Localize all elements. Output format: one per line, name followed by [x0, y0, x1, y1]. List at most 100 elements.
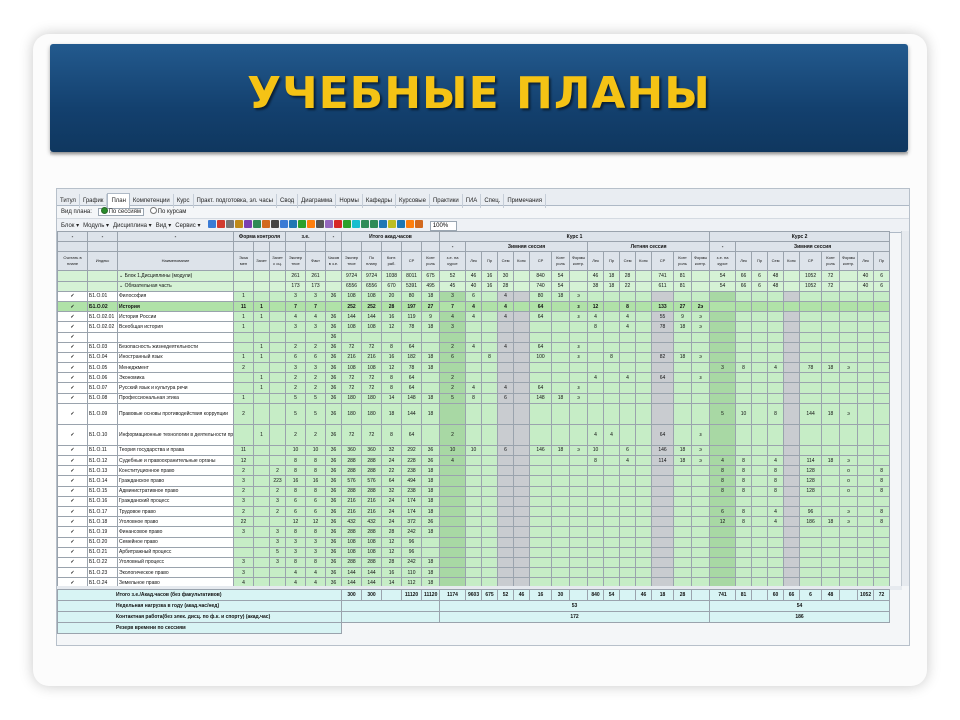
row-value — [603, 465, 621, 477]
table-row[interactable]: ✓ Б1.О.21 Арбитражный процесс 5 3 3 36 108 108 12… — [57, 546, 891, 558]
toolbar-menu-3[interactable]: Вид ▾ — [156, 223, 172, 229]
toolbar-tool-icon[interactable] — [325, 220, 334, 229]
toolbar-menu-4[interactable]: Сервис ▾ — [175, 223, 200, 229]
toolbar-tool-icon[interactable] — [289, 220, 298, 229]
table-row[interactable]: ✓ Б1.О.11 Теория государства и права 11 10 10… — [57, 444, 891, 457]
table-row[interactable]: ✓ Б1.О.12 Судебные и правоохранительные ор… — [57, 454, 891, 467]
row-value: 36 — [325, 454, 343, 467]
row-value — [821, 505, 841, 518]
table-row[interactable]: ✓ Б1.О.10 Информационные технологии в деят… — [57, 423, 891, 446]
table-row[interactable]: ✓ 36 — [57, 331, 891, 343]
toolbar-tool-icon[interactable] — [217, 220, 226, 229]
table-row[interactable]: ✓ Б1.О.07 Русский язык и культура речи 1 2 2 3… — [57, 382, 891, 394]
toolbar-tool-icon[interactable] — [316, 220, 325, 229]
table-row[interactable]: ✓ Б1.О.13 Конституционное право 2 2 8 8 36 288 28… — [57, 465, 891, 477]
row-value — [497, 505, 515, 518]
header-dash-2: - — [87, 230, 118, 243]
table-row[interactable]: ✓ Б1.О.01 Философия 1 3 3 36 108 108 20 80 18 3 6 4 80 1… — [57, 290, 891, 302]
row-value — [529, 402, 553, 425]
row-value: 144 — [799, 402, 823, 425]
table-row[interactable]: ✓ Б1.О.08 Профессиональная этика 1 5 5 36 180 18… — [57, 392, 891, 404]
row-index: Б1.О.06 — [87, 372, 118, 384]
row-value — [799, 382, 823, 394]
row-name: Экономика — [117, 372, 234, 384]
row-checkbox: ✓ — [57, 331, 88, 343]
table-row[interactable]: ✓ Б1.О.23 Экологическое право 3 4 4 36 144 144 16… — [57, 567, 891, 579]
row-value — [709, 382, 737, 394]
row-value: 72 — [341, 372, 363, 384]
column-header: СР — [401, 251, 423, 272]
table-row[interactable]: ✓ Б1.О.18 Уголовное право 22 12 12 36 432 432 24 3… — [57, 516, 891, 528]
table-row[interactable]: ✓ Б1.О.16 Гражданский процесс 3 3 6 6 36 216 216 2… — [57, 495, 891, 507]
row-value — [857, 392, 875, 404]
toolbar-menu-0[interactable]: Блок ▾ — [61, 223, 79, 229]
toolbar-tool-icon[interactable] — [262, 220, 271, 229]
toolbar-menu-2[interactable]: Дисциплина ▾ — [113, 223, 152, 229]
row-value: 3 — [233, 556, 254, 569]
toolbar-tool-icon[interactable] — [388, 220, 397, 229]
row-value: 36 — [325, 402, 343, 425]
table-row[interactable]: ✓ Б1.О.02.02 Всеобщая история 1 3 3 36 108 108 12… — [57, 321, 891, 333]
row-value — [783, 382, 801, 394]
toolbar-tool-icon[interactable] — [343, 220, 352, 229]
table-row[interactable]: ✓ Б1.О.15 Административное право 2 2 8 8 36 288 2… — [57, 485, 891, 497]
row-value: 4 — [439, 311, 467, 323]
table-row[interactable]: ✓ Б1.О.03 Безопасность жизнедеятельности 1 2… — [57, 341, 891, 353]
row-value: э — [691, 351, 711, 364]
table-row[interactable]: ✓ Б1.О.22 Уголовный процесс 3 3 8 8 36 288 288 28 2… — [57, 556, 891, 569]
toolbar-tool-icon[interactable] — [271, 220, 280, 229]
view-by-course-option[interactable]: По курсам — [149, 207, 186, 215]
table-row[interactable]: ✓ Б1.О.06 Экономика 1 2 2 36 72 72 8 64 2 4 4 64 з — [57, 372, 891, 384]
table-row[interactable]: ✓ Б1.О.14 Гражданское право 3 223 16 16 36 576 57… — [57, 475, 891, 487]
zoom-select[interactable]: 100% — [429, 220, 458, 231]
vertical-scrollbar[interactable] — [901, 231, 909, 586]
row-value — [253, 280, 270, 292]
row-value: 4 — [619, 311, 637, 323]
toolbar-tool-icon[interactable] — [361, 220, 370, 229]
toolbar-tool-icon[interactable] — [244, 220, 253, 229]
row-value — [551, 362, 571, 374]
row-value — [873, 567, 891, 579]
toolbar-tool-icon[interactable] — [253, 220, 262, 229]
row-value: 4 — [285, 567, 306, 579]
toolbar-tool-icon[interactable] — [226, 220, 235, 229]
toolbar-tool-icon[interactable] — [334, 220, 343, 229]
view-by-session-option[interactable]: По сессиям — [97, 207, 144, 216]
table-row[interactable]: ✓ Б1.О.02.01 История России 1 1 4 4 36 144 144 16 1… — [57, 311, 891, 323]
footer-total-value: 11120 — [421, 589, 440, 601]
table-row[interactable]: ✓ Б1.О.09 Правовые основы противодействия … — [57, 402, 891, 425]
row-name: Административное право — [117, 485, 234, 497]
row-value: 2 — [233, 505, 254, 518]
toolbar-tool-icon[interactable] — [298, 220, 307, 229]
table-row[interactable]: ✓ Б1.О.19 Финансовое право 3 3 8 8 36 288 288 28 24… — [57, 526, 891, 538]
table-row[interactable]: ✓ Б1.О.20 Семейное право 3 3 3 36 108 108 12 96 — [57, 536, 891, 548]
row-value — [673, 526, 693, 538]
toolbar-tool-icon[interactable] — [370, 220, 379, 229]
row-value: 36 — [325, 526, 343, 538]
toolbar-tool-icon[interactable] — [379, 220, 388, 229]
toolbar-tool-icon[interactable] — [307, 220, 316, 229]
table-row[interactable]: ✓ Б1.О.02 История 11 1 7 7 252 252 28 197 27 7 4 4 64 з 1… — [57, 300, 891, 313]
toolbar-tool-icon[interactable] — [352, 220, 361, 229]
row-value: 72 — [361, 423, 383, 446]
row-value — [873, 536, 891, 548]
table-row[interactable]: ✓ Б1.О.17 Трудовое право 2 2 6 6 36 216 216 24 174 1… — [57, 505, 891, 518]
row-value: 228 — [401, 454, 423, 467]
toolbar-tool-icon[interactable] — [415, 220, 424, 229]
row-value — [233, 382, 254, 394]
toolbar-tool-icon[interactable] — [280, 220, 289, 229]
table-row[interactable]: ✓ Б1.О.05 Менеджмент 2 3 3 36 108 108 12 78 18 3 8 4 78… — [57, 362, 891, 374]
table-row[interactable]: ⌄ Обязательная часть 173 173 6556 6556 670 539… — [57, 280, 891, 292]
toolbar-menu-1[interactable]: Модуль ▾ — [83, 223, 109, 229]
table-row[interactable]: ✓ Б1.О.04 Иностранный язык 1 1 6 6 36 216 216 16 18… — [57, 351, 891, 364]
row-value: 78 — [799, 362, 823, 374]
toolbar-tool-icon[interactable] — [235, 220, 244, 229]
row-value: 16 — [304, 475, 327, 487]
column-header: Формы контр. — [839, 251, 859, 272]
toolbar-tool-icon[interactable] — [208, 220, 217, 229]
toolbar-tool-icon[interactable] — [406, 220, 415, 229]
table-row[interactable]: ⌄ Блок 1.Дисциплины (модули) 261 261 9724 97… — [57, 270, 891, 282]
toolbar-tool-icon[interactable] — [397, 220, 406, 229]
radio-selected-icon — [100, 207, 108, 214]
row-value: 2 — [439, 382, 467, 394]
